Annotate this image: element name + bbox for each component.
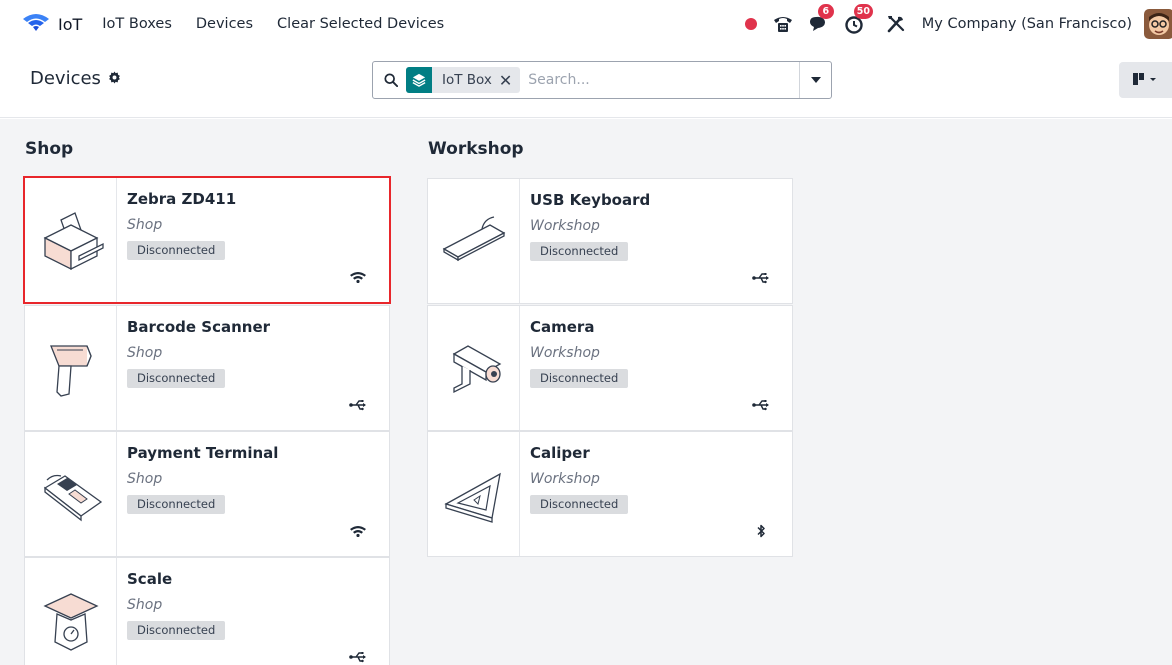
usb-icon (349, 650, 367, 664)
device-location: Workshop (530, 218, 600, 234)
device-image (428, 179, 520, 303)
control-panel: Devices IoT Box ✕ (0, 48, 1172, 118)
status-badge: Disconnected (127, 241, 226, 260)
status-badge: Disconnected (530, 369, 629, 388)
activities-badge: 50 (853, 4, 874, 19)
group-title-shop: Shop (25, 139, 74, 159)
device-card-zebra[interactable]: Zebra ZD411 Shop Disconnected (23, 176, 391, 304)
gear-icon[interactable] (101, 69, 121, 88)
main-menu: IoT Boxes Devices Clear Selected Devices (102, 16, 468, 32)
status-badge: Disconnected (127, 495, 226, 514)
view-switcher-button[interactable] (1119, 62, 1172, 98)
app-brand[interactable]: IoT (22, 12, 82, 36)
device-image (428, 432, 520, 556)
avatar[interactable] (1144, 9, 1172, 39)
device-card-scale[interactable]: Scale Shop Disconnected (24, 557, 390, 665)
breadcrumb: Devices (30, 68, 121, 89)
device-location: Workshop (530, 471, 600, 487)
phone-icon[interactable] (772, 14, 794, 34)
device-card-usb-keyboard[interactable]: USB Keyboard Workshop Disconnected (427, 178, 793, 304)
search-facet: IoT Box ✕ (406, 67, 521, 93)
device-card-caliper[interactable]: Caliper Workshop Disconnected (427, 431, 793, 557)
wifi-icon (349, 524, 367, 538)
device-location: Shop (127, 597, 163, 613)
printer-icon (43, 212, 104, 271)
menu-clear-selected-devices[interactable]: Clear Selected Devices (277, 16, 444, 32)
device-location: Shop (127, 345, 163, 361)
menu-devices[interactable]: Devices (196, 16, 253, 32)
usb-icon (752, 271, 770, 285)
kanban-view-icon (1133, 71, 1159, 90)
device-location: Shop (127, 217, 163, 233)
wifi-icon (349, 270, 367, 284)
device-name: Caliper (530, 444, 590, 462)
caliper-icon (443, 472, 501, 523)
facet-remove-icon[interactable]: ✕ (499, 71, 520, 90)
iot-wifi-icon (22, 12, 50, 36)
payment-terminal-icon (43, 474, 102, 522)
tools-icon[interactable] (886, 14, 906, 34)
device-name: USB Keyboard (530, 191, 651, 209)
systray: 6 50 My Company (San Francisco) (744, 0, 1172, 48)
device-name: Camera (530, 318, 595, 336)
device-card-camera[interactable]: Camera Workshop Disconnected (427, 305, 793, 431)
messages-badge: 6 (817, 4, 834, 19)
chat-icon[interactable]: 6 (808, 4, 834, 34)
device-image (25, 558, 117, 665)
status-badge: Disconnected (127, 621, 226, 640)
top-navbar: IoT IoT Boxes Devices Clear Selected Dev… (0, 0, 1172, 48)
menu-iot-boxes[interactable]: IoT Boxes (102, 16, 172, 32)
keyboard-icon (442, 216, 505, 262)
device-image (25, 306, 117, 430)
device-image (428, 306, 520, 430)
search-icon (384, 73, 398, 87)
group-title-workshop: Workshop (428, 139, 524, 159)
device-image (25, 178, 117, 302)
usb-icon (349, 398, 367, 412)
search-bar: IoT Box ✕ (372, 61, 832, 99)
device-location: Shop (127, 471, 163, 487)
usb-icon (752, 398, 770, 412)
clock-icon[interactable]: 50 (844, 4, 874, 34)
scale-icon (42, 593, 99, 651)
search-options-toggle[interactable] (799, 62, 831, 98)
company-switcher[interactable]: My Company (San Francisco) (922, 16, 1132, 32)
device-name: Payment Terminal (127, 444, 279, 462)
barcode-scanner-icon (49, 345, 92, 397)
status-badge: Disconnected (530, 495, 629, 514)
bluetooth-icon (752, 524, 770, 538)
device-card-barcode-scanner[interactable]: Barcode Scanner Shop Disconnected (24, 305, 390, 431)
device-card-payment-terminal[interactable]: Payment Terminal Shop Disconnected (24, 431, 390, 557)
layers-icon (406, 67, 432, 93)
facet-label: IoT Box (442, 72, 492, 88)
device-name: Zebra ZD411 (127, 190, 237, 208)
kanban-view: Shop Zebra ZD411 Shop Disconnected Barco… (0, 119, 1172, 665)
device-location: Workshop (530, 345, 600, 361)
app-name: IoT (58, 14, 83, 34)
device-image (25, 432, 117, 556)
camera-icon (452, 345, 501, 394)
device-name: Scale (127, 570, 173, 588)
status-badge: Disconnected (127, 369, 226, 388)
device-name: Barcode Scanner (127, 318, 271, 336)
search-input[interactable] (528, 72, 779, 88)
record-dot-icon[interactable] (744, 17, 758, 31)
page-title: Devices (30, 68, 101, 89)
status-badge: Disconnected (530, 242, 629, 261)
